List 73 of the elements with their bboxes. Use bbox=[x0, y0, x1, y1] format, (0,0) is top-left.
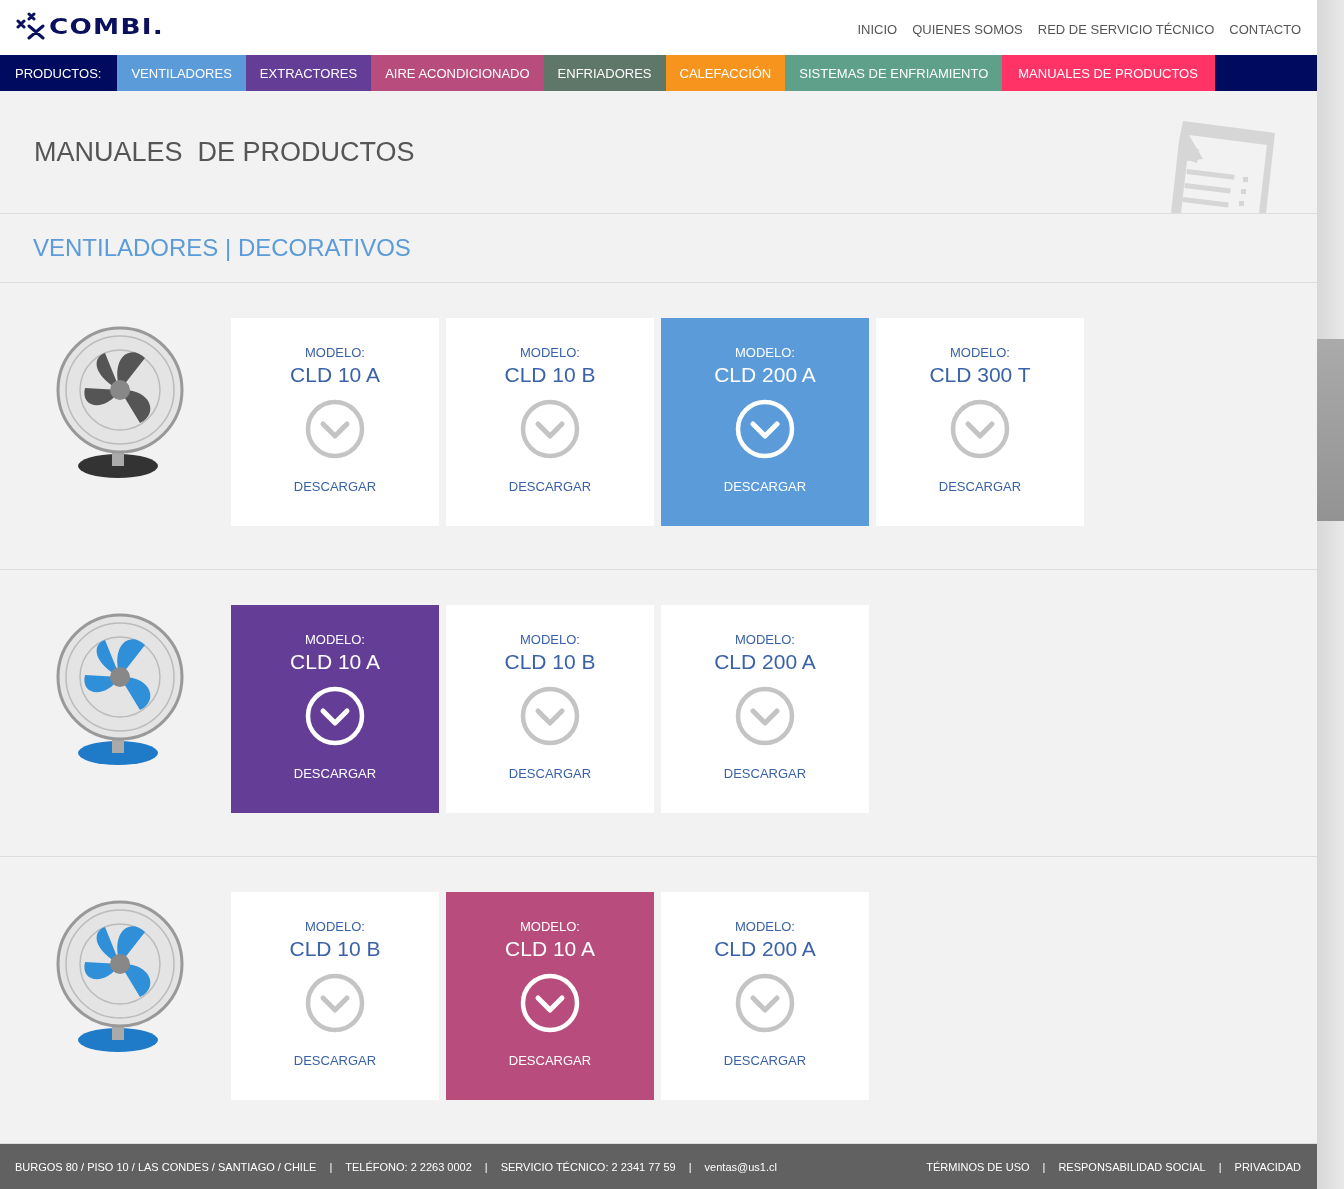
header-link[interactable]: CONTACTO bbox=[1229, 21, 1301, 37]
download-link[interactable]: DESCARGAR bbox=[508, 479, 592, 495]
separator: | bbox=[1218, 1160, 1222, 1173]
model-label: MODELO: bbox=[520, 632, 580, 648]
footer-link[interactable]: ventas@us1.cl bbox=[704, 1160, 777, 1173]
download-link[interactable]: DESCARGAR bbox=[293, 479, 377, 495]
model-name: CLD 10 A bbox=[290, 650, 380, 675]
model-label: MODELO: bbox=[520, 919, 580, 935]
footer-info: BURGOS 80 / PISO 10 / LAS CONDES / SANTIAGO / CHILE bbox=[15, 1160, 317, 1173]
model-card[interactable]: MODELO: CLD 10 B DESCARGAR bbox=[446, 318, 654, 527]
model-name: CLD 200 A bbox=[714, 937, 816, 962]
download-chevron-icon bbox=[735, 973, 795, 1034]
footer-link[interactable]: RESPONSABILIDAD SOCIAL bbox=[1058, 1160, 1206, 1173]
header-link[interactable]: QUIENES SOMOS bbox=[912, 21, 1023, 37]
scrollbar-thumb[interactable] bbox=[1317, 339, 1344, 521]
model-name: CLD 200 A bbox=[714, 363, 816, 388]
download-chevron-icon bbox=[735, 686, 795, 747]
model-name: CLD 200 A bbox=[714, 650, 816, 675]
model-name: CLD 10 A bbox=[505, 937, 595, 962]
model-card[interactable]: MODELO: CLD 10 A DESCARGAR bbox=[446, 892, 654, 1101]
download-link[interactable]: DESCARGAR bbox=[293, 1053, 377, 1069]
separator: | bbox=[1042, 1160, 1046, 1173]
footer-info: TELÉFONO: 2 2263 0002 bbox=[345, 1160, 472, 1173]
download-chevron-icon bbox=[950, 399, 1010, 460]
download-chevron-icon bbox=[520, 973, 580, 1034]
model-label: MODELO: bbox=[305, 345, 365, 361]
header-link[interactable]: INICIO bbox=[857, 21, 898, 37]
download-link[interactable]: DESCARGAR bbox=[723, 1053, 807, 1069]
model-name: CLD 10 A bbox=[290, 363, 380, 388]
model-label: MODELO: bbox=[735, 919, 795, 935]
model-card[interactable]: MODELO: CLD 200 A DESCARGAR bbox=[661, 892, 869, 1101]
model-card[interactable]: MODELO: CLD 10 A DESCARGAR bbox=[231, 605, 439, 814]
download-link[interactable]: DESCARGAR bbox=[723, 766, 807, 782]
download-link[interactable]: DESCARGAR bbox=[293, 766, 377, 782]
header-link[interactable]: RED DE SERVICIO TÉCNICO bbox=[1037, 21, 1215, 37]
category-tab[interactable]: AIRE ACONDICIONADO bbox=[371, 54, 544, 92]
model-name: CLD 10 B bbox=[504, 650, 596, 675]
download-link[interactable]: DESCARGAR bbox=[938, 479, 1022, 495]
model-card[interactable]: MODELO: CLD 10 A DESCARGAR bbox=[231, 318, 439, 527]
download-chevron-icon bbox=[305, 686, 365, 747]
logo-text[interactable]: COMBI. bbox=[49, 15, 164, 40]
model-name: CLD 300 T bbox=[929, 363, 1031, 388]
model-label: MODELO: bbox=[735, 345, 795, 361]
separator: | bbox=[329, 1160, 333, 1173]
model-label: MODELO: bbox=[735, 632, 795, 648]
category-tab[interactable]: MANUALES DE PRODUCTOS bbox=[1002, 54, 1215, 92]
model-name: CLD 10 B bbox=[289, 937, 381, 962]
download-chevron-icon bbox=[735, 399, 795, 460]
footer-link[interactable]: PRIVACIDAD bbox=[1234, 1160, 1301, 1173]
model-card[interactable]: MODELO: CLD 10 B DESCARGAR bbox=[446, 605, 654, 814]
model-label: MODELO: bbox=[520, 345, 580, 361]
footer-info: SERVICIO TÉCNICO: 2 2341 77 59 bbox=[500, 1160, 676, 1173]
download-link[interactable]: DESCARGAR bbox=[508, 1053, 592, 1069]
model-label: MODELO: bbox=[950, 345, 1010, 361]
footer-link[interactable]: TÉRMINOS DE USO bbox=[926, 1160, 1030, 1173]
model-label: MODELO: bbox=[305, 919, 365, 935]
model-card[interactable]: MODELO: CLD 300 T DESCARGAR bbox=[876, 318, 1084, 527]
page-title: MANUALES DE PRODUCTOS bbox=[34, 136, 415, 168]
section-title: VENTILADORES | DECORATIVOS bbox=[33, 234, 411, 262]
model-label: MODELO: bbox=[305, 632, 365, 648]
model-card[interactable]: MODELO: CLD 10 B DESCARGAR bbox=[231, 892, 439, 1101]
download-chevron-icon bbox=[305, 973, 365, 1034]
download-link[interactable]: DESCARGAR bbox=[508, 766, 592, 782]
download-chevron-icon bbox=[520, 399, 580, 460]
model-card[interactable]: MODELO: CLD 200 A DESCARGAR bbox=[661, 605, 869, 814]
category-tab[interactable]: ENFRIADORES bbox=[543, 54, 666, 92]
separator: | bbox=[484, 1160, 488, 1173]
download-chevron-icon bbox=[520, 686, 580, 747]
model-name: CLD 10 B bbox=[504, 363, 596, 388]
products-label: PRODUCTOS: bbox=[14, 64, 103, 83]
separator: | bbox=[688, 1160, 692, 1173]
category-tab[interactable]: EXTRACTORES bbox=[245, 54, 372, 92]
download-chevron-icon bbox=[305, 399, 365, 460]
